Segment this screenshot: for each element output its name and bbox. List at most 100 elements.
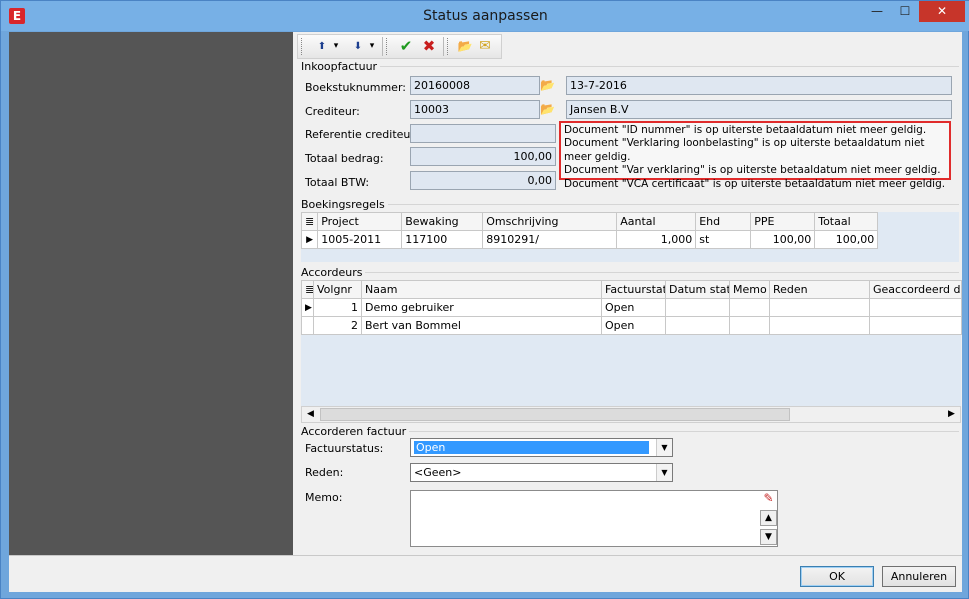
table-cell[interactable]: Open <box>601 316 666 335</box>
move-up-icon[interactable]: ⬆ <box>314 37 330 56</box>
section-accordeurs: Accordeurs <box>301 266 366 279</box>
table-cell[interactable] <box>769 298 870 317</box>
table-cell[interactable]: 100,00 <box>814 230 879 249</box>
column-header[interactable]: Totaal <box>814 212 879 231</box>
datum-field: 13-7-2016 <box>566 76 952 95</box>
section-divider <box>301 66 959 67</box>
table-cell[interactable] <box>665 298 730 317</box>
factuurstatus-select[interactable]: Open ▼ <box>410 438 673 457</box>
horizontal-scrollbar[interactable]: ◀ ▶ <box>301 406 961 423</box>
cross-icon[interactable]: ✖ <box>420 37 438 56</box>
memo-field[interactable]: ✎ ▲ ▼ <box>410 490 778 547</box>
move-down-icon[interactable]: ⬇ <box>350 37 366 56</box>
scroll-thumb[interactable] <box>320 408 790 421</box>
column-header[interactable]: Datum statu <box>665 280 730 299</box>
section-inkoopfactuur: Inkoopfactuur <box>301 60 381 73</box>
totaal-btw-label: Totaal BTW: <box>305 176 370 189</box>
table-cell[interactable] <box>769 316 870 335</box>
table-row[interactable]: ▶ 1005-2011 117100 8910291/ 1,000 st 100… <box>300 230 879 249</box>
folder-icon[interactable]: 📂 <box>456 37 474 56</box>
section-divider <box>301 204 959 205</box>
column-header[interactable]: Bewaking <box>401 212 484 231</box>
edit-memo-icon[interactable]: ✎ <box>760 491 777 507</box>
boekstuknummer-field[interactable]: 20160008 <box>410 76 540 95</box>
column-header[interactable]: Memo <box>729 280 770 299</box>
scroll-left-icon[interactable]: ◀ <box>302 407 319 422</box>
column-header[interactable]: Project <box>317 212 403 231</box>
column-header[interactable]: Volgnr <box>313 280 362 299</box>
table-cell[interactable]: 100,00 <box>750 230 816 249</box>
table-cell[interactable] <box>869 298 962 317</box>
column-header[interactable]: Factuurstatu <box>601 280 666 299</box>
reden-select[interactable]: <Geen> ▼ <box>410 463 673 482</box>
dialog-window: E Status aanpassen — ☐ ✕ ⬆ ▾ ⬇ ▾ ✔ ✖ 📂 ✉… <box>0 0 969 599</box>
move-up-dropdown-icon[interactable]: ▾ <box>331 37 341 56</box>
table-cell[interactable]: 117100 <box>401 230 484 249</box>
mail-icon[interactable]: ✉ <box>476 37 494 56</box>
table-cell[interactable]: Bert van Bommel <box>361 316 602 335</box>
table-cell[interactable]: Demo gebruiker <box>361 298 602 317</box>
memo-label: Memo: <box>305 491 343 504</box>
chevron-down-icon[interactable]: ▼ <box>656 439 672 456</box>
column-header[interactable]: PPE <box>750 212 816 231</box>
factuurstatus-label: Factuurstatus: <box>305 442 384 455</box>
check-icon[interactable]: ✔ <box>397 37 415 56</box>
totaal-bedrag-field: 100,00 <box>410 147 556 166</box>
table-cell[interactable]: 1005-2011 <box>317 230 403 249</box>
table-cell[interactable] <box>729 298 770 317</box>
row-selector-header: ≣ <box>301 280 314 299</box>
toolbar-grip[interactable] <box>386 38 389 55</box>
close-button[interactable]: ✕ <box>919 1 965 22</box>
column-header[interactable]: Naam <box>361 280 602 299</box>
warning-line: Document "ID nummer" is op uiterste beta… <box>564 124 927 136</box>
cancel-button[interactable]: Annuleren <box>882 566 956 587</box>
column-header[interactable]: Omschrijving <box>482 212 618 231</box>
table-row[interactable]: 2 Bert van Bommel Open <box>301 316 962 335</box>
open-folder-icon[interactable]: 📂 <box>539 77 556 94</box>
section-boekingsregels: Boekingsregels <box>301 198 388 211</box>
table-cell[interactable] <box>665 316 730 335</box>
column-header[interactable]: Aantal <box>616 212 697 231</box>
chevron-down-icon[interactable]: ▼ <box>656 464 672 481</box>
toolbar-separator <box>443 37 444 56</box>
table-cell[interactable]: 1 <box>313 298 362 317</box>
left-panel <box>9 32 293 555</box>
open-folder-icon[interactable]: 📂 <box>539 101 556 118</box>
table-cell[interactable] <box>869 316 962 335</box>
accordeurs-table: ≣ Volgnr Naam Factuurstatu Datum statu M… <box>301 280 962 335</box>
crediteur-field[interactable]: 10003 <box>410 100 540 119</box>
table-cell[interactable] <box>729 316 770 335</box>
referentie-field[interactable] <box>410 124 556 143</box>
table-cell[interactable]: Open <box>601 298 666 317</box>
row-selector[interactable] <box>301 316 314 335</box>
toolbar-grip[interactable] <box>301 38 304 55</box>
section-divider <box>301 272 959 273</box>
table-cell[interactable]: 8910291/ <box>482 230 618 249</box>
scroll-up-icon[interactable]: ▲ <box>760 510 777 526</box>
toolbar-grip[interactable] <box>447 38 450 55</box>
table-cell[interactable]: 2 <box>313 316 362 335</box>
button-bar: OK Annuleren <box>9 555 962 592</box>
main-content: ⬆ ▾ ⬇ ▾ ✔ ✖ 📂 ✉ Inkoopfactuur Boekstuknu… <box>293 32 962 555</box>
reden-label: Reden: <box>305 466 344 479</box>
reden-value: <Geen> <box>414 466 462 479</box>
table-cell[interactable]: 1,000 <box>616 230 697 249</box>
table-row[interactable]: ▶ 1 Demo gebruiker Open <box>301 298 962 317</box>
current-row-icon: ▶ <box>301 298 314 317</box>
factuurstatus-value: Open <box>414 441 649 454</box>
move-down-dropdown-icon[interactable]: ▾ <box>367 37 377 56</box>
column-header[interactable]: Geaccordeerd door <box>869 280 962 299</box>
current-row-icon: ▶ <box>300 230 319 249</box>
scroll-down-icon[interactable]: ▼ <box>760 529 777 545</box>
warning-line: Document "Verklaring loonbelasting" is o… <box>564 137 925 163</box>
maximize-button[interactable]: ☐ <box>891 1 919 22</box>
minimize-button[interactable]: — <box>863 1 891 22</box>
column-header[interactable]: Ehd <box>695 212 752 231</box>
table-cell[interactable]: st <box>695 230 752 249</box>
document-warnings: Document "ID nummer" is op uiterste beta… <box>559 121 951 190</box>
column-header[interactable]: Reden <box>769 280 870 299</box>
totaal-bedrag-label: Totaal bedrag: <box>305 152 384 165</box>
toolbar: ⬆ ▾ ⬇ ▾ ✔ ✖ 📂 ✉ <box>297 34 502 59</box>
scroll-right-icon[interactable]: ▶ <box>943 407 960 422</box>
ok-button[interactable]: OK <box>800 566 874 587</box>
